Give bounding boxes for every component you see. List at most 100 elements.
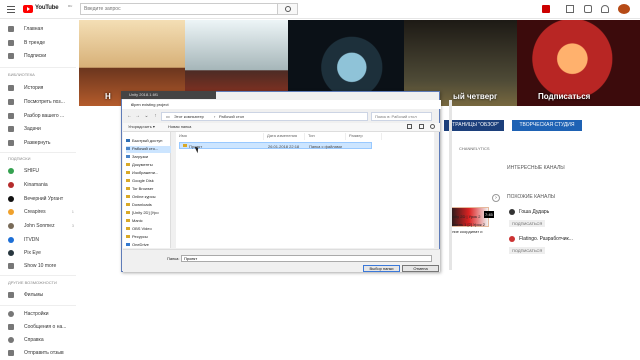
sidebar-item-history[interactable]: История xyxy=(8,84,74,94)
youtube-logo[interactable]: YouTube RU xyxy=(23,4,83,15)
video-title-part[interactable]: Unity 2D | Урок 2 xyxy=(450,214,481,219)
similar-channel-card[interactable]: Гоша Дударь ПОДПИСАТЬСЯ xyxy=(507,208,605,228)
sidebar-item-label: Настройки xyxy=(24,311,49,317)
sidebar-item-tasks[interactable]: Задачи xyxy=(8,125,74,135)
subscribe-button[interactable]: ПОДПИСАТЬСЯ xyxy=(509,220,546,227)
sidebar-item-feedback[interactable]: Отправить отзыв xyxy=(8,349,74,359)
help-icon[interactable] xyxy=(430,124,435,129)
channel-avatar xyxy=(509,209,515,215)
nav-item-downloads[interactable]: Загрузки xyxy=(126,154,171,161)
sidebar-item-settings[interactable]: Настройки xyxy=(8,310,74,320)
new-folder-button[interactable]: Новая папка xyxy=(168,124,191,129)
nav-item-online-courses[interactable]: Online курсы xyxy=(126,194,171,201)
back-arrow-icon[interactable]: ← xyxy=(126,113,133,120)
subscription-label: Вечерний Ургант xyxy=(24,196,64,202)
show-more-subscriptions[interactable]: Show 10 more xyxy=(8,262,74,272)
youtube-search-input[interactable] xyxy=(84,5,269,13)
sidebar-item-home[interactable]: Главная xyxy=(8,25,74,35)
nav-item-downloads-folder[interactable]: Downloads xyxy=(126,202,171,209)
nav-item-quick-access[interactable]: Быстрый доступ xyxy=(126,138,171,145)
sort-menu[interactable]: Упорядочить ▾ xyxy=(128,124,155,129)
nav-item-documents[interactable]: Документы xyxy=(126,162,171,169)
nav-item-pictures[interactable]: Изображени... xyxy=(126,170,171,177)
forward-arrow-icon[interactable]: → xyxy=(134,113,141,120)
nav-item-google-disk[interactable]: Google Disk xyxy=(126,178,171,185)
sidebar-item-trending[interactable]: В тренде xyxy=(8,39,74,49)
folder-name-input[interactable] xyxy=(181,255,432,262)
file-row-project[interactable]: Проект 26.01.2018 22:18 Папка с файлами xyxy=(179,142,372,149)
sidebar-divider xyxy=(0,152,76,153)
tor-folder-icon xyxy=(126,187,130,190)
sidebar-item-report[interactable]: Сообщения о на... xyxy=(8,323,74,333)
preview-pane-icon[interactable] xyxy=(419,124,424,129)
channelytics-link[interactable]: CHANNELYTICS xyxy=(459,146,490,151)
sidebar-item-movies[interactable]: Фильмы xyxy=(8,291,74,301)
sidebar-item-watch-later[interactable]: Посмотреть поз... xyxy=(8,98,74,108)
nav-item-obs-video[interactable]: OBS Video xyxy=(126,226,171,233)
select-folder-button[interactable]: Выбор папки xyxy=(363,265,400,272)
up-folder-icon[interactable]: ↑ xyxy=(152,113,159,120)
channel-name: Гоша Дударь xyxy=(519,209,550,215)
subscriptions-icon xyxy=(8,53,14,59)
subscription-itvdn[interactable]: ITVDN xyxy=(8,236,74,246)
file-list-scrollbar[interactable] xyxy=(435,132,439,248)
menu-icon[interactable] xyxy=(7,6,15,13)
page-scrollbar[interactable] xyxy=(449,100,452,270)
sidebar-item-help[interactable]: Справка xyxy=(8,336,74,346)
close-icon[interactable]: × xyxy=(131,102,437,107)
nav-item-desktop[interactable]: Рабочий сто... xyxy=(126,146,171,153)
path-this-computer[interactable]: Этот компьютер xyxy=(174,114,204,119)
folder-path[interactable]: ▭ Этот компьютер › Рабочий стол xyxy=(161,112,368,121)
subscription-kinamania[interactable]: Kinamania xyxy=(8,181,74,191)
creator-studio-button[interactable]: ТВОРЧЕСКАЯ СТУДИЯ xyxy=(512,120,582,131)
nav-item-label: Google Disk xyxy=(132,178,154,183)
library-heading: БИБЛИОТЕКА xyxy=(8,72,35,77)
subscription-shifu[interactable]: SHIFU xyxy=(8,167,74,177)
column-type[interactable]: Тип xyxy=(305,133,346,140)
sidebar-item-expand[interactable]: Развернуть xyxy=(8,139,74,149)
notifications-bell-icon[interactable] xyxy=(601,5,609,13)
nav-item-label: Документы xyxy=(132,162,153,167)
apps-grid-icon[interactable] xyxy=(566,5,574,13)
path-desktop[interactable]: Рабочий стол xyxy=(219,114,244,119)
interesting-channels-heading: ИНТЕРЕСНЫЕ КАНАЛЫ xyxy=(507,165,565,171)
nav-item-manic[interactable]: Manic xyxy=(126,218,171,225)
youtube-search-bar[interactable] xyxy=(80,3,298,15)
similar-channel-card[interactable]: Flatingo. Разработчик... ПОДПИСАТЬСЯ xyxy=(507,235,605,255)
search-icon[interactable] xyxy=(277,4,297,14)
column-date-modified[interactable]: Дата изменения xyxy=(264,133,305,140)
folder-search-field[interactable]: Поиск в: Рабочий стол xyxy=(371,112,432,121)
sidebar-item-label: В тренде xyxy=(24,40,46,46)
view-options-icon[interactable] xyxy=(407,124,412,129)
subscription-creapires[interactable]: Creapires 1 xyxy=(8,208,74,218)
messages-icon[interactable] xyxy=(584,5,592,13)
nav-item-resources[interactable]: Ресурсы xyxy=(126,234,171,241)
subscription-urgant[interactable]: Вечерний Ургант xyxy=(8,195,74,205)
subscription-pix-eye[interactable]: Pix Eye xyxy=(8,249,74,259)
account-avatar[interactable] xyxy=(618,4,630,14)
sidebar-item-label: Посмотреть поз... xyxy=(24,99,65,105)
review-pages-button[interactable]: СТРАНИЦЫ "ОБЗОР" xyxy=(444,120,504,131)
nav-item-unity-folder[interactable]: [Unity 2D] [Уро xyxy=(126,210,171,217)
sidebar-item-playlist[interactable]: Разбор вашего ... xyxy=(8,112,74,122)
recent-locations-icon[interactable]: ⌄ xyxy=(143,113,150,120)
video-title-part[interactable]: ение координат и xyxy=(450,229,482,234)
nav-item-tor-browser[interactable]: Tor Browser xyxy=(126,186,171,193)
sidebar-item-label: История xyxy=(24,85,44,91)
next-arrow-icon[interactable]: › xyxy=(492,194,500,202)
subscribe-button[interactable]: ПОДПИСАТЬСЯ xyxy=(509,247,546,254)
file-list: Имя Дата изменения Тип Размер Проект 26.… xyxy=(176,132,434,248)
dialog-footer: Папка: Выбор папки Отмена xyxy=(123,249,440,272)
sidebar-item-subscriptions[interactable]: Подписки xyxy=(8,52,74,62)
upload-camera-icon[interactable] xyxy=(542,5,550,13)
sidebar-divider xyxy=(0,305,76,306)
video-title-part[interactable]: ровень 1 [2] Урок 2 xyxy=(450,222,485,227)
trending-icon xyxy=(8,40,14,46)
column-size[interactable]: Размер xyxy=(346,133,382,140)
column-name[interactable]: Имя xyxy=(176,133,264,140)
cancel-button[interactable]: Отмена xyxy=(402,265,439,272)
history-icon xyxy=(8,85,14,91)
nav-item-onedrive[interactable]: OneDrive xyxy=(126,242,171,249)
subscription-john-sonmez[interactable]: John Sonmez 3 xyxy=(8,222,74,232)
nav-item-label: Быстрый доступ xyxy=(132,138,163,143)
